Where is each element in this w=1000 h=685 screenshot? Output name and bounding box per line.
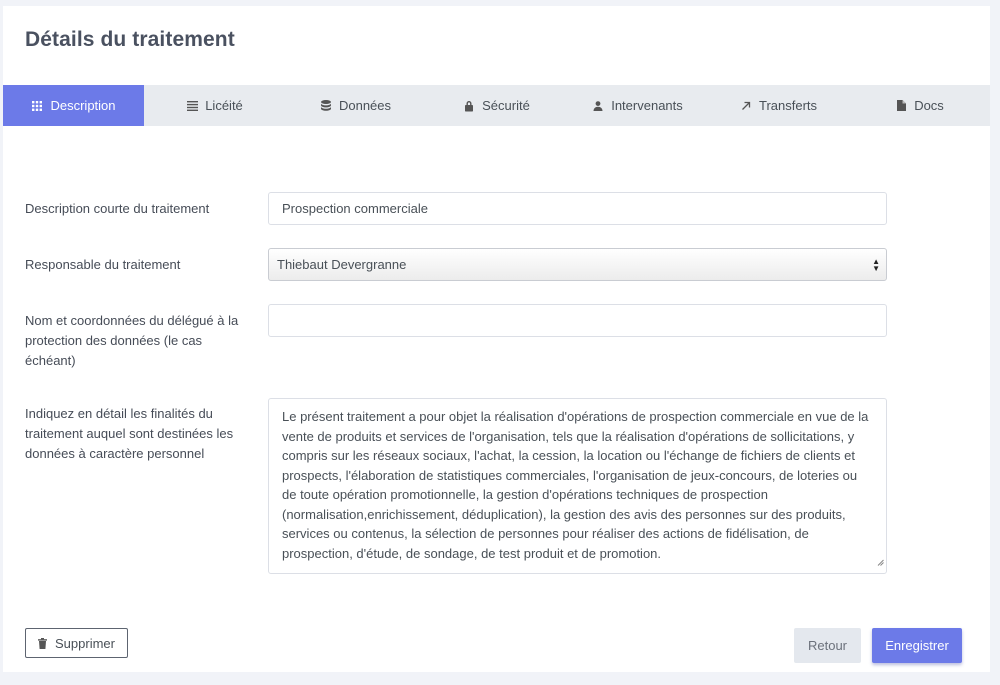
tab-label: Docs — [914, 98, 944, 113]
tab-docs[interactable]: Docs — [849, 85, 990, 126]
controller-select[interactable]: Thiebaut Devergranne ▲ ▼ — [268, 248, 887, 281]
database-icon — [320, 100, 332, 112]
document-icon — [895, 100, 907, 112]
tab-donnees[interactable]: Données — [285, 85, 426, 126]
grid-icon — [31, 100, 43, 112]
user-icon — [592, 100, 604, 112]
save-button[interactable]: Enregistrer — [872, 628, 962, 663]
tab-label: Licéité — [205, 98, 243, 113]
tab-liceite[interactable]: Licéité — [144, 85, 285, 126]
tab-securite[interactable]: Sécurité — [426, 85, 567, 126]
tab-label: Transferts — [758, 98, 818, 113]
back-button[interactable]: Retour — [794, 628, 861, 663]
delete-button[interactable]: Supprimer — [25, 628, 128, 658]
tab-bar: Description Licéité Données Sécurité Int… — [3, 85, 990, 126]
tab-label: Intervenants — [611, 98, 683, 113]
page-title: Détails du traitement — [25, 28, 235, 51]
tab-label: Description — [50, 98, 116, 113]
treatment-details-card: Détails du traitement Description Licéit… — [3, 6, 990, 672]
controller-label: Responsable du traitement — [25, 257, 181, 272]
select-value: Thiebaut Devergranne — [277, 257, 407, 272]
tab-transferts[interactable]: Transferts — [708, 85, 849, 126]
dpo-label: Nom et coordonnées du délégué à la prote… — [25, 313, 239, 368]
purposes-label: Indiquez en détail les finalités du trai… — [25, 406, 234, 461]
tab-description[interactable]: Description — [3, 85, 144, 126]
purposes-textarea[interactable]: Le présent traitement a pour objet la ré… — [268, 398, 887, 574]
tab-label: Sécurité — [482, 98, 530, 113]
tab-label: Données — [338, 98, 392, 113]
tab-intervenants[interactable]: Intervenants — [567, 85, 708, 126]
short-description-label: Description courte du traitement — [25, 201, 210, 216]
card-header: Détails du traitement — [3, 6, 990, 85]
lock-icon — [463, 100, 475, 112]
list-icon — [186, 100, 198, 112]
dpo-input[interactable] — [268, 304, 887, 337]
chevron-up-down-icon: ▲ ▼ — [872, 257, 880, 273]
resize-handle-icon[interactable] — [877, 552, 884, 572]
short-description-input[interactable]: Prospection commerciale — [268, 192, 887, 225]
trash-icon — [38, 637, 48, 649]
arrow-up-right-icon — [740, 100, 752, 112]
